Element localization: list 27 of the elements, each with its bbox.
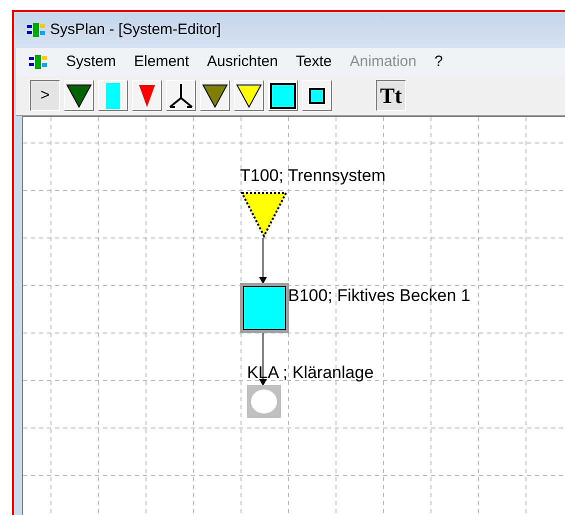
triangle-icon (66, 84, 92, 108)
node-label: B100; Fiktives Becken 1 (288, 287, 470, 304)
node-label: T100; Trennsystem (240, 167, 386, 184)
tool-button[interactable] (302, 80, 332, 111)
pointer-tool-button[interactable]: > (30, 80, 60, 111)
square-icon (270, 82, 296, 108)
square-icon (309, 88, 325, 104)
tool-button[interactable] (234, 80, 264, 111)
menu-item[interactable]: Ausrichten (207, 50, 278, 74)
tool-button[interactable] (268, 80, 298, 111)
triangle-icon (202, 84, 228, 108)
triangle-icon (236, 84, 262, 108)
menu-item[interactable]: Element (134, 50, 190, 74)
menu-item[interactable]: Texte (296, 50, 332, 74)
rectangle-icon (106, 82, 120, 108)
tool-button[interactable] (166, 80, 196, 111)
text-tool-button[interactable]: Tt (376, 80, 406, 111)
app-icon (28, 54, 48, 70)
tool-button[interactable] (64, 80, 94, 111)
connector-arrow (259, 238, 267, 284)
tool-button[interactable] (200, 80, 230, 111)
app-icon (26, 22, 46, 38)
menu-item[interactable]: ? (434, 50, 443, 74)
triangle-icon (139, 84, 155, 106)
menu-item[interactable]: System (66, 50, 116, 74)
window-title: SysPlan - [System-Editor] (50, 20, 221, 40)
splitter-icon (168, 82, 194, 108)
